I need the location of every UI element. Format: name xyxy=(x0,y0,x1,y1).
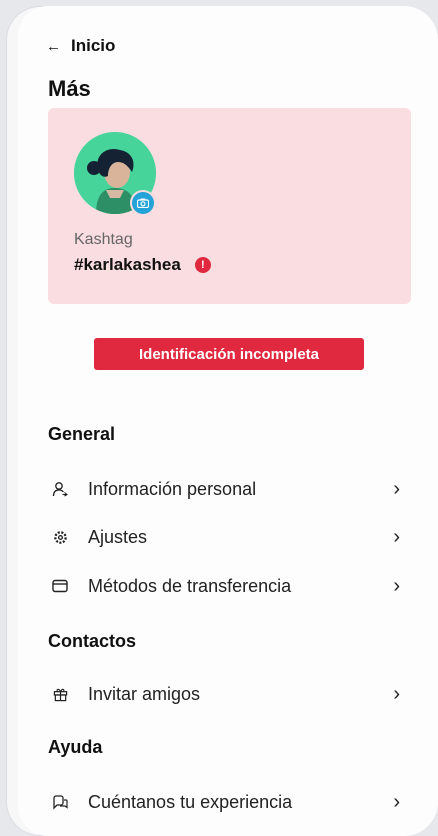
page-title: Más xyxy=(48,76,91,101)
gear-icon xyxy=(48,530,72,545)
chevron-right-icon: › xyxy=(393,574,400,597)
kashtag-row: #karlakashea ! xyxy=(74,255,211,275)
menu-item-settings[interactable]: Ajustes › xyxy=(48,523,400,551)
menu-item-transfer-methods[interactable]: Métodos de transferencia › xyxy=(48,572,400,600)
gift-icon xyxy=(48,687,72,702)
feedback-icon xyxy=(48,794,72,810)
menu-item-label: Invitar amigos xyxy=(88,683,201,704)
kashtag-label: Kashtag xyxy=(74,231,133,248)
chevron-right-icon: › xyxy=(393,477,400,500)
camera-icon xyxy=(137,198,149,208)
menu-item-label: Cuéntanos tu experiencia xyxy=(88,791,293,812)
section-title-help: Ayuda xyxy=(48,737,103,757)
back-button[interactable]: ← Inicio xyxy=(46,36,115,56)
menu-item-label: Información personal xyxy=(88,478,257,499)
status-badge[interactable]: Identificación incompleta xyxy=(94,338,364,370)
menu-item-personal-info[interactable]: Información personal › xyxy=(48,475,400,503)
back-label: Inicio xyxy=(71,36,116,55)
chevron-right-icon: › xyxy=(393,525,400,548)
menu-item-invite-friends[interactable]: Invitar amigos › xyxy=(48,680,400,708)
menu-item-feedback[interactable]: Cuéntanos tu experiencia › xyxy=(48,788,400,816)
kashtag-value: #karlakashea xyxy=(74,255,181,274)
arrow-left-icon: ← xyxy=(46,37,61,55)
wallet-icon xyxy=(48,579,72,593)
menu-item-label: Métodos de transferencia xyxy=(88,575,292,596)
person-icon xyxy=(48,481,72,497)
chevron-right-icon: › xyxy=(393,682,400,705)
section-title-contacts: Contactos xyxy=(48,631,137,651)
camera-button[interactable] xyxy=(130,190,156,216)
chevron-right-icon: › xyxy=(393,790,400,813)
section-title-general: General xyxy=(48,424,116,444)
alert-icon[interactable]: ! xyxy=(194,257,211,273)
menu-item-label: Ajustes xyxy=(88,526,148,547)
